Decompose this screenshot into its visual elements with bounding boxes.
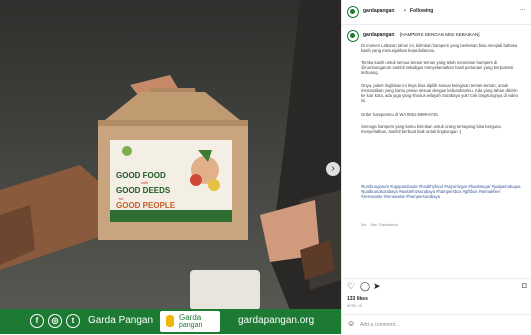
caption-paragraph-2: Temka kasih untuk semua teman-teman yang… <box>361 60 514 75</box>
save-bookmark-icon[interactable]: ⌑ <box>522 281 527 292</box>
like-heart-icon[interactable]: ♡ <box>347 281 355 292</box>
emoji-icon[interactable]: ☺ <box>347 319 355 328</box>
caption-avatar[interactable] <box>347 30 359 42</box>
next-image-button[interactable]: › <box>326 162 340 176</box>
likes-count[interactable]: 133 likes <box>347 296 368 302</box>
post-date: APRIL 15 <box>347 304 362 308</box>
post-sidebar: gardapangan • Following ... gardapangan … <box>341 0 531 334</box>
see-translation-link[interactable]: See Translation <box>370 222 398 227</box>
header-separator: • <box>404 8 406 14</box>
label-line1: GOOD FOOD <box>116 171 166 180</box>
caption-hashtags[interactable]: #lumbungarum #ugspandoude #healthyfood #… <box>361 184 521 199</box>
caption-username[interactable]: gardapangan <box>363 32 394 38</box>
garda-pangan-logo: Garda pangan <box>160 311 220 332</box>
label-line5: GOOD PEOPLE <box>116 201 176 210</box>
comment-icon[interactable]: ◯ <box>360 281 370 292</box>
label-footer-band <box>110 210 232 222</box>
caption-paragraph-3: Onya, paket tingkisan ini tinya bisa dip… <box>361 83 518 103</box>
post-photo: GOOD FOOD with GOOD DEEDS for GOOD PEOPL… <box>0 0 341 334</box>
caption-paragraph-5: Semoga hampers yang kamu kirimkan untuk … <box>361 124 502 134</box>
footer-website: gardapangan.org <box>238 315 315 326</box>
logo-leaf-icon <box>166 315 174 327</box>
caption-paragraph-1: Di momen Lebaran tahun ini, kirimkan ham… <box>361 43 518 53</box>
follow-status[interactable]: Following <box>410 8 433 14</box>
caption-paragraph-4: Order hampersnu di WA 0851-5999-6745 <box>361 112 438 117</box>
twitter-icon: t <box>66 314 80 328</box>
post-header: gardapangan • Following ... <box>342 0 531 25</box>
logo-text-1: Garda <box>179 313 202 322</box>
instagram-icon: ◎ <box>48 314 62 328</box>
bottom-cup <box>190 270 260 310</box>
facebook-icon: f <box>30 314 44 328</box>
label-line3: GOOD DEEDS <box>116 186 171 195</box>
label-line2: with <box>141 180 148 185</box>
caption-title: [HAMPERS DENGAN MISI KEBAIKAN] <box>400 32 480 37</box>
post-photo-illustration: GOOD FOOD with GOOD DEEDS for GOOD PEOPL… <box>0 0 341 334</box>
comment-bar: ☺ Add a comment... <box>342 314 531 335</box>
label-logo-icon <box>122 146 132 156</box>
image-footer-banner: f ◎ t Garda Pangan Garda pangan gardapan… <box>0 309 341 334</box>
avatar[interactable] <box>347 6 359 18</box>
caption-time: 3w <box>361 222 367 227</box>
logo-text-2: pangan <box>179 322 203 329</box>
header-username[interactable]: gardapangan <box>363 8 394 14</box>
post-actions: ♡ ◯ ➤ ⌑ 133 likes APRIL 15 <box>342 278 531 308</box>
footer-brand: Garda Pangan <box>88 315 154 326</box>
comment-input[interactable]: Add a comment... <box>360 322 399 328</box>
more-options-icon[interactable]: ... <box>520 6 525 12</box>
share-icon[interactable]: ➤ <box>373 281 381 292</box>
